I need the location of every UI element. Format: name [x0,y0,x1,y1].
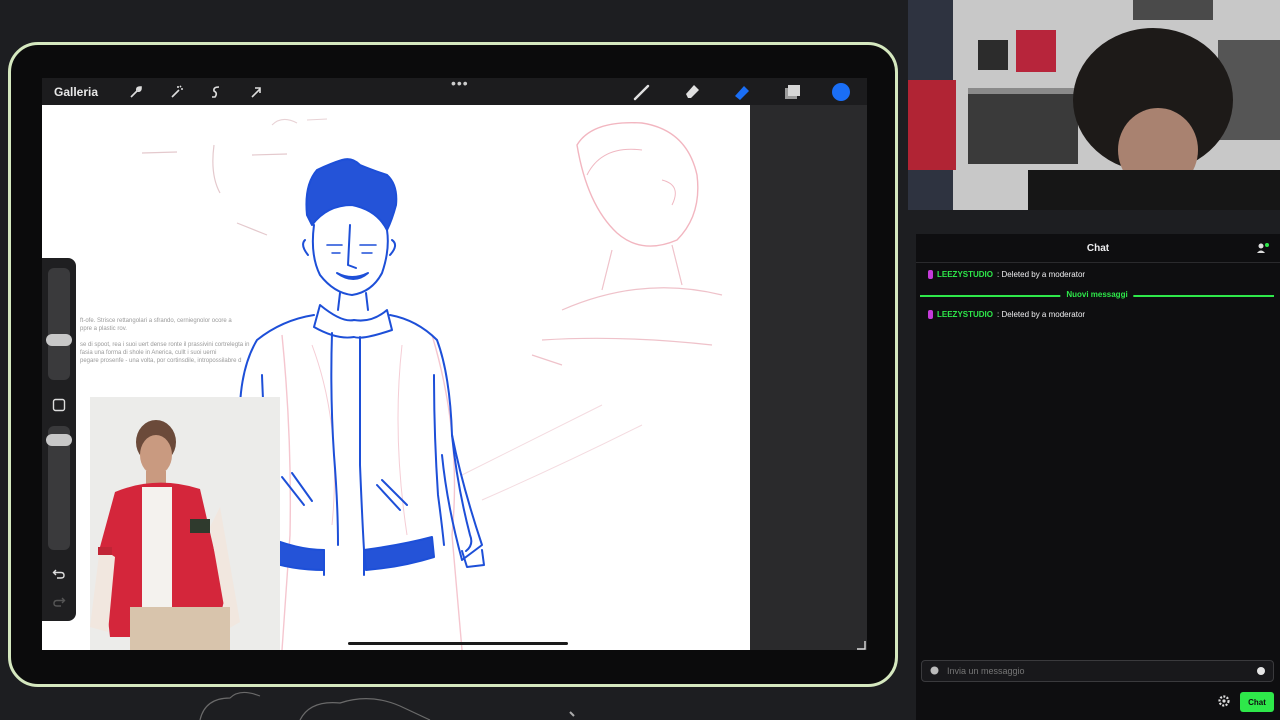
resize-corner-icon [857,641,866,650]
new-messages-divider: Nuovi messaggi [920,290,1274,299]
modify-square-button[interactable] [50,396,68,414]
brush-size-slider[interactable] [46,268,72,380]
badge-icon [928,310,933,319]
current-color-swatch[interactable] [832,82,850,101]
chat-input-box[interactable] [921,660,1274,682]
chat-settings-gear-icon[interactable] [1218,694,1230,712]
community-users-icon[interactable] [1256,241,1270,259]
gallery-button[interactable]: Galleria [54,85,98,99]
badge-icon [928,270,933,279]
more-options-icon[interactable]: ••• [451,76,469,90]
chat-emote-icon[interactable] [930,662,939,680]
chat-panel: Chat LEEZYSTUDIO : Deleted by a moderato… [916,234,1280,720]
procreate-toolbar: Galleria ••• [42,76,867,105]
opacity-thumb[interactable] [46,434,72,446]
wrench-icon[interactable] [116,85,156,99]
new-messages-label: Nuovi messaggi [1060,290,1134,299]
brush-size-thumb[interactable] [46,334,72,346]
smudge-icon[interactable] [667,82,717,102]
chat-title: Chat [1086,242,1110,254]
redo-icon[interactable] [50,592,68,610]
chat-username[interactable]: LEEZYSTUDIO [937,310,993,319]
chat-message: LEEZYSTUDIO : Deleted by a moderator [928,310,1085,319]
color-picker-button[interactable] [817,82,867,101]
drawing-canvas[interactable]: ft-ofe. Strisce rettangolari a sfrando, … [42,105,750,650]
chat-username[interactable]: LEEZYSTUDIO [937,270,993,279]
undo-icon[interactable] [50,564,68,582]
eraser-icon[interactable] [717,82,767,102]
chat-message-text: : Deleted by a moderator [997,310,1086,319]
transform-arrow-icon[interactable] [236,85,276,99]
webcam-feed [908,0,1280,210]
reference-photo [90,397,280,650]
chat-send-button[interactable]: Chat [1240,692,1274,712]
reference-text: ft-ofe. Strisce rettangolari a sfrando, … [80,318,250,364]
selection-icon[interactable] [196,85,236,99]
chat-message-input[interactable] [945,665,1249,677]
magic-wand-icon[interactable] [156,84,196,99]
chat-message: LEEZYSTUDIO : Deleted by a moderator [928,270,1085,279]
layers-icon[interactable] [767,82,817,102]
home-indicator [348,642,568,645]
opacity-slider[interactable] [46,426,72,550]
chat-message-text: : Deleted by a moderator [997,270,1086,279]
brush-icon[interactable] [617,82,667,102]
bottom-doodle-decoration [199,691,575,720]
chat-header: Chat [916,234,1280,263]
emote-picker-icon[interactable] [1257,667,1265,675]
brush-slider-sidebar [42,258,76,621]
